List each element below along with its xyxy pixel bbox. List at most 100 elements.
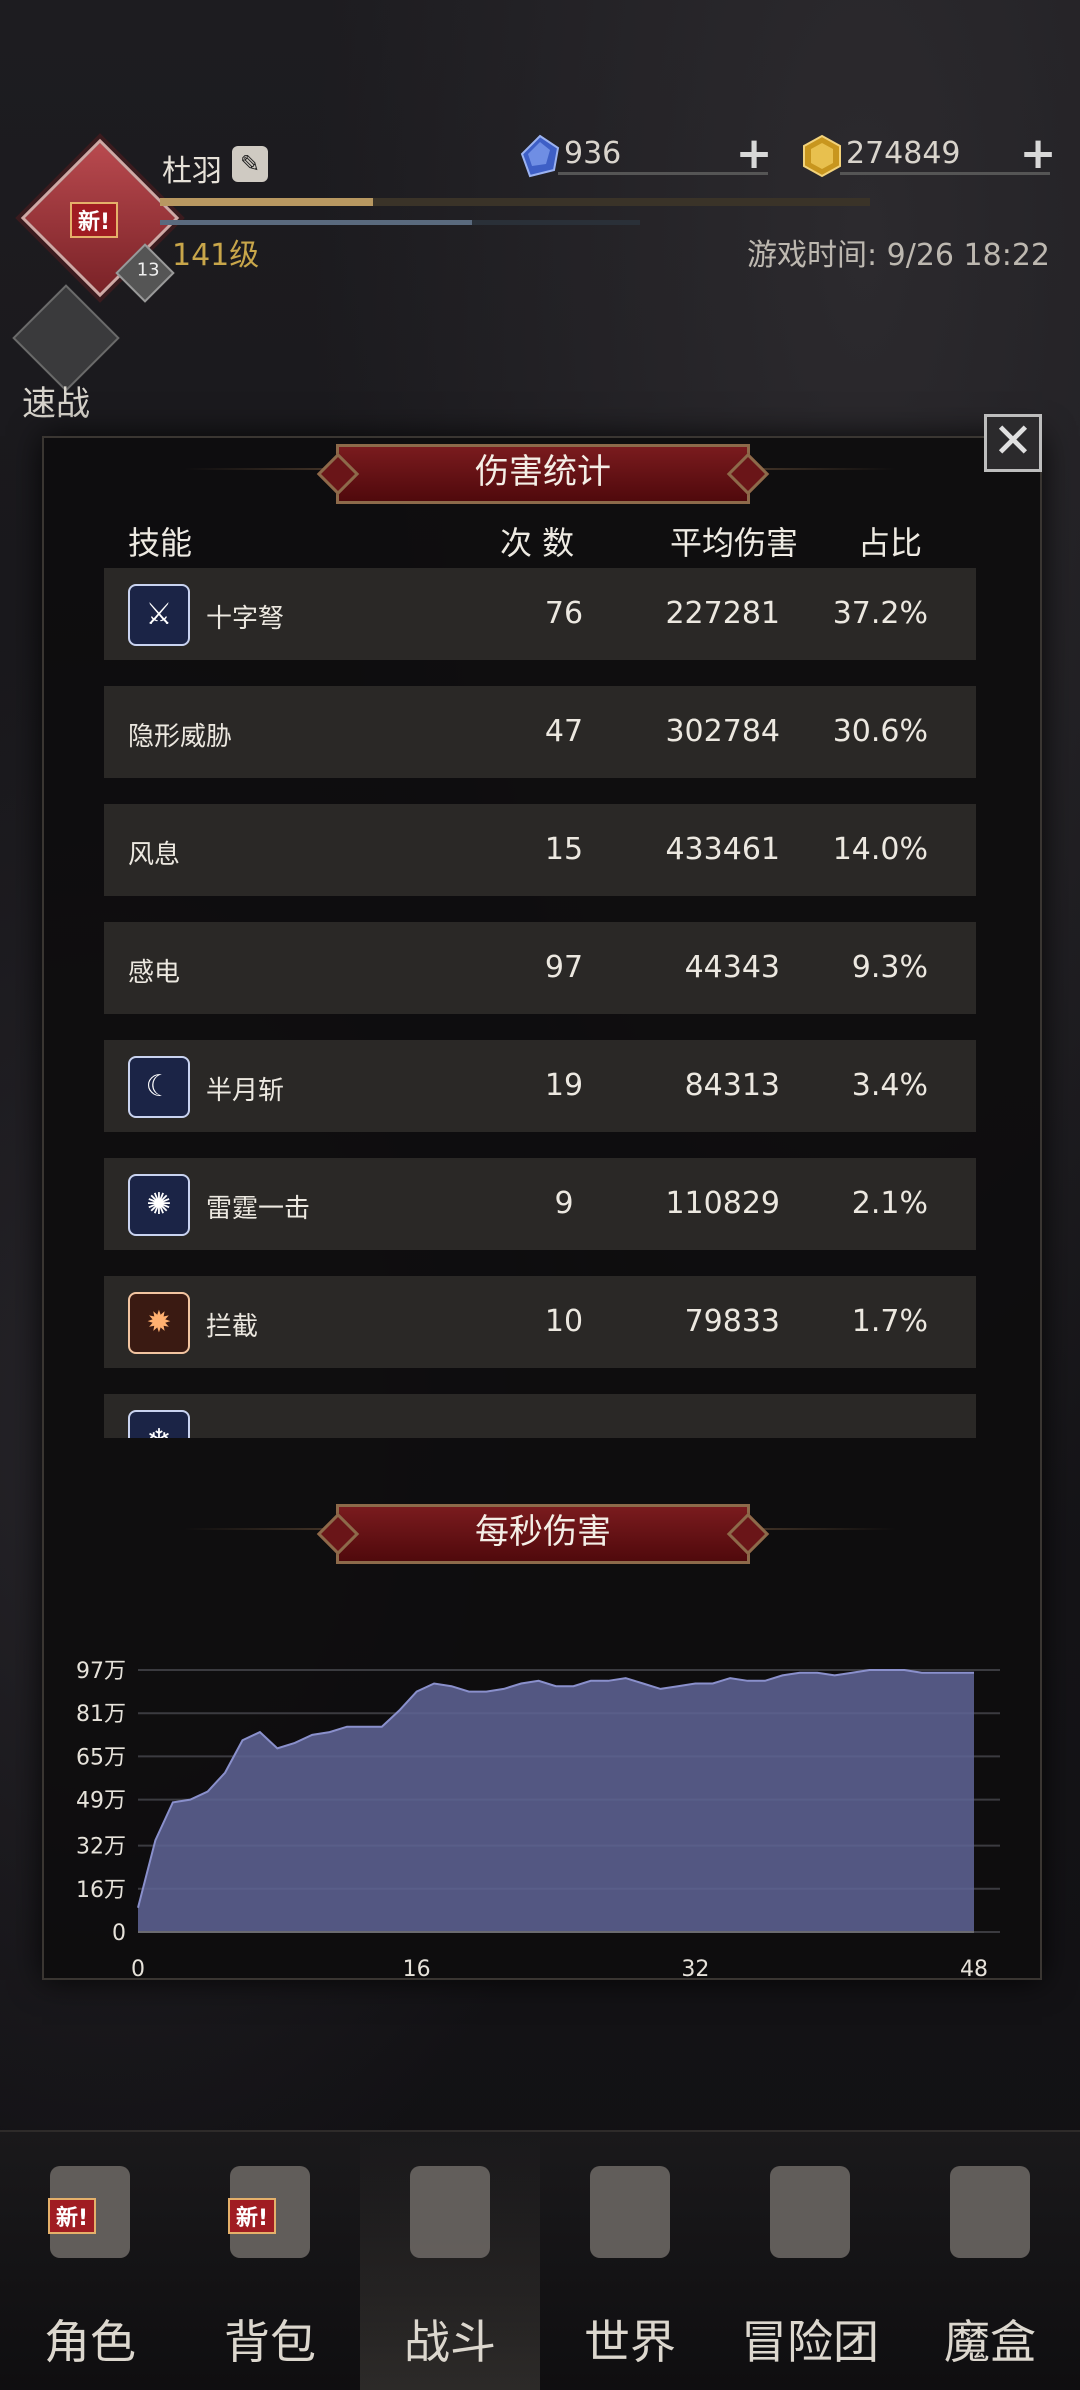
skill-avg-damage: 110829 xyxy=(665,1186,780,1221)
skill-avg-damage: 433461 xyxy=(665,832,780,867)
table-row[interactable]: ☾ 半月斩 19 84313 3.4% xyxy=(104,1040,976,1132)
skill-ratio: 37.2% xyxy=(832,596,928,631)
gold-gem-amount: 274849 xyxy=(846,136,961,171)
skill-ratio: 3.4% xyxy=(851,1068,928,1103)
quick-battle-button[interactable]: 速战 xyxy=(12,284,120,424)
skill-count: 47 xyxy=(544,714,584,749)
skill-ratio: 9.3% xyxy=(851,950,928,985)
castle-icon xyxy=(770,2166,850,2258)
dps-title: 每秒伤害 xyxy=(336,1504,750,1564)
skill-name: 隐形威胁 xyxy=(128,722,233,752)
table-row[interactable]: ✺ 雷霆一击 9 110829 2.1% xyxy=(104,1158,976,1250)
sword-shield-icon xyxy=(410,2166,490,2258)
skill-name: 拦截 xyxy=(206,1312,259,1342)
skill-avg-damage: 227281 xyxy=(665,596,780,631)
nav-item-backpack[interactable]: 新! 背包 xyxy=(180,2132,360,2390)
nav-item-adventure-group[interactable]: 冒险团 xyxy=(720,2132,900,2390)
avatar-new-badge: 新! xyxy=(70,202,119,238)
skill-ratio: 1.7% xyxy=(851,1304,928,1339)
skill-name: 雷霆一击 xyxy=(206,1194,311,1224)
crossbow-icon: ⚔ xyxy=(128,584,190,646)
nav-item-character[interactable]: 新! 角色 xyxy=(0,2132,180,2390)
header-ratio: 占比 xyxy=(858,524,923,562)
nav-label: 世界 xyxy=(584,2315,676,2369)
quick-battle-label: 速战 xyxy=(22,384,90,424)
currency-gold-gem: 274849 + xyxy=(800,132,1060,178)
table-row[interactable]: 隐形威胁 47 302784 30.6% xyxy=(104,686,976,778)
y-tick-label: 81万 xyxy=(76,1702,126,1727)
dps-chart: 0 16万 32万 49万 65万 81万 97万 0 16 32 48 xyxy=(76,1659,1000,1982)
table-row[interactable]: ⚔ 十字弩 76 227281 37.2% xyxy=(104,568,976,660)
skill-avg-damage: 84313 xyxy=(684,1068,780,1103)
experience-bar xyxy=(160,198,870,206)
skill-name: 风息 xyxy=(128,840,181,870)
add-gold-gem-button[interactable]: + xyxy=(1018,132,1058,176)
nav-label: 战斗 xyxy=(404,2315,496,2369)
edit-name-icon[interactable]: ✎ xyxy=(232,146,268,182)
blue-gem-amount: 936 xyxy=(564,136,622,171)
currency-blue-gem: 936 + xyxy=(518,132,778,178)
y-tick-label: 97万 xyxy=(76,1659,126,1684)
nav-item-magic-box[interactable]: 魔盒 xyxy=(900,2132,1080,2390)
skill-avg-damage: 44343 xyxy=(684,950,780,985)
skill-count: 76 xyxy=(544,596,584,631)
player-level: 141级 xyxy=(172,238,260,273)
nav-label: 冒险团 xyxy=(741,2315,879,2369)
game-time: 游戏时间: 9/26 18:22 xyxy=(746,238,1050,273)
skill-count: 19 xyxy=(544,1068,584,1103)
magic-cube-icon xyxy=(950,2166,1030,2258)
dps-area xyxy=(138,1670,974,1932)
header-avg-damage: 平均伤害 xyxy=(670,524,799,562)
nav-label: 魔盒 xyxy=(944,2315,1036,2369)
x-tick-label: 32 xyxy=(681,1957,709,1982)
nav-label: 背包 xyxy=(224,2315,316,2369)
blue-gem-icon xyxy=(520,134,560,178)
rank-badge-number: 13 xyxy=(136,259,160,281)
x-tick-label: 0 xyxy=(131,1957,145,1982)
skill-name: 半月斩 xyxy=(206,1076,285,1106)
table-row[interactable]: ❄ xyxy=(104,1394,976,1438)
y-tick-label: 0 xyxy=(112,1921,126,1946)
skill-count: 15 xyxy=(544,832,584,867)
x-tick-label: 16 xyxy=(403,1957,431,1982)
skill-count: 97 xyxy=(544,950,584,985)
skill-name: 十字弩 xyxy=(206,604,285,634)
y-tick-label: 49万 xyxy=(76,1789,126,1814)
skill-count: 10 xyxy=(544,1304,584,1339)
nav-label: 角色 xyxy=(44,2315,136,2369)
crescent-moon-icon: ☾ xyxy=(128,1056,190,1118)
player-name: 杜羽 xyxy=(162,154,222,189)
secondary-bar-fill xyxy=(160,220,472,225)
nav-item-battle[interactable]: 战斗 xyxy=(360,2132,540,2390)
skill-avg-damage: 302784 xyxy=(665,714,780,749)
nav-new-badge: 新! xyxy=(228,2198,277,2234)
skill-ratio: 14.0% xyxy=(832,832,928,867)
bottom-navigation: 新! 角色 新! 背包 战斗 世界 冒险团 魔盒 xyxy=(0,2130,1080,2390)
fire-swirl-icon: ✹ xyxy=(128,1292,190,1354)
ice-icon: ❄ xyxy=(128,1410,190,1438)
table-row[interactable]: 风息 15 433461 14.0% xyxy=(104,804,976,896)
skill-ratio: 2.1% xyxy=(851,1186,928,1221)
skill-count: 9 xyxy=(554,1186,574,1221)
header-count: 次 数 xyxy=(500,524,575,562)
gold-gem-icon xyxy=(803,134,841,178)
table-row[interactable]: 感电 97 44343 9.3% xyxy=(104,922,976,1014)
damage-table[interactable]: ⚔ 十字弩 76 227281 37.2% 隐形威胁 47 302784 30.… xyxy=(104,566,976,1438)
table-row[interactable]: ✹ 拦截 10 79833 1.7% xyxy=(104,1276,976,1368)
y-tick-label: 16万 xyxy=(76,1878,126,1903)
map-scroll-icon xyxy=(590,2166,670,2258)
damage-stats-title: 伤害统计 xyxy=(336,444,750,504)
x-tick-label: 48 xyxy=(960,1957,988,1982)
skill-ratio: 30.6% xyxy=(832,714,928,749)
secondary-bar xyxy=(160,220,640,225)
experience-bar-fill xyxy=(160,198,373,206)
thunder-orb-icon: ✺ xyxy=(128,1174,190,1236)
skill-avg-damage: 79833 xyxy=(684,1304,780,1339)
nav-item-world[interactable]: 世界 xyxy=(540,2132,720,2390)
y-tick-label: 65万 xyxy=(76,1745,126,1770)
add-blue-gem-button[interactable]: + xyxy=(734,132,774,176)
y-tick-label: 32万 xyxy=(76,1835,126,1860)
skill-name: 感电 xyxy=(128,958,181,988)
header-skill: 技能 xyxy=(128,524,193,562)
close-button[interactable]: ✕ xyxy=(984,414,1042,472)
